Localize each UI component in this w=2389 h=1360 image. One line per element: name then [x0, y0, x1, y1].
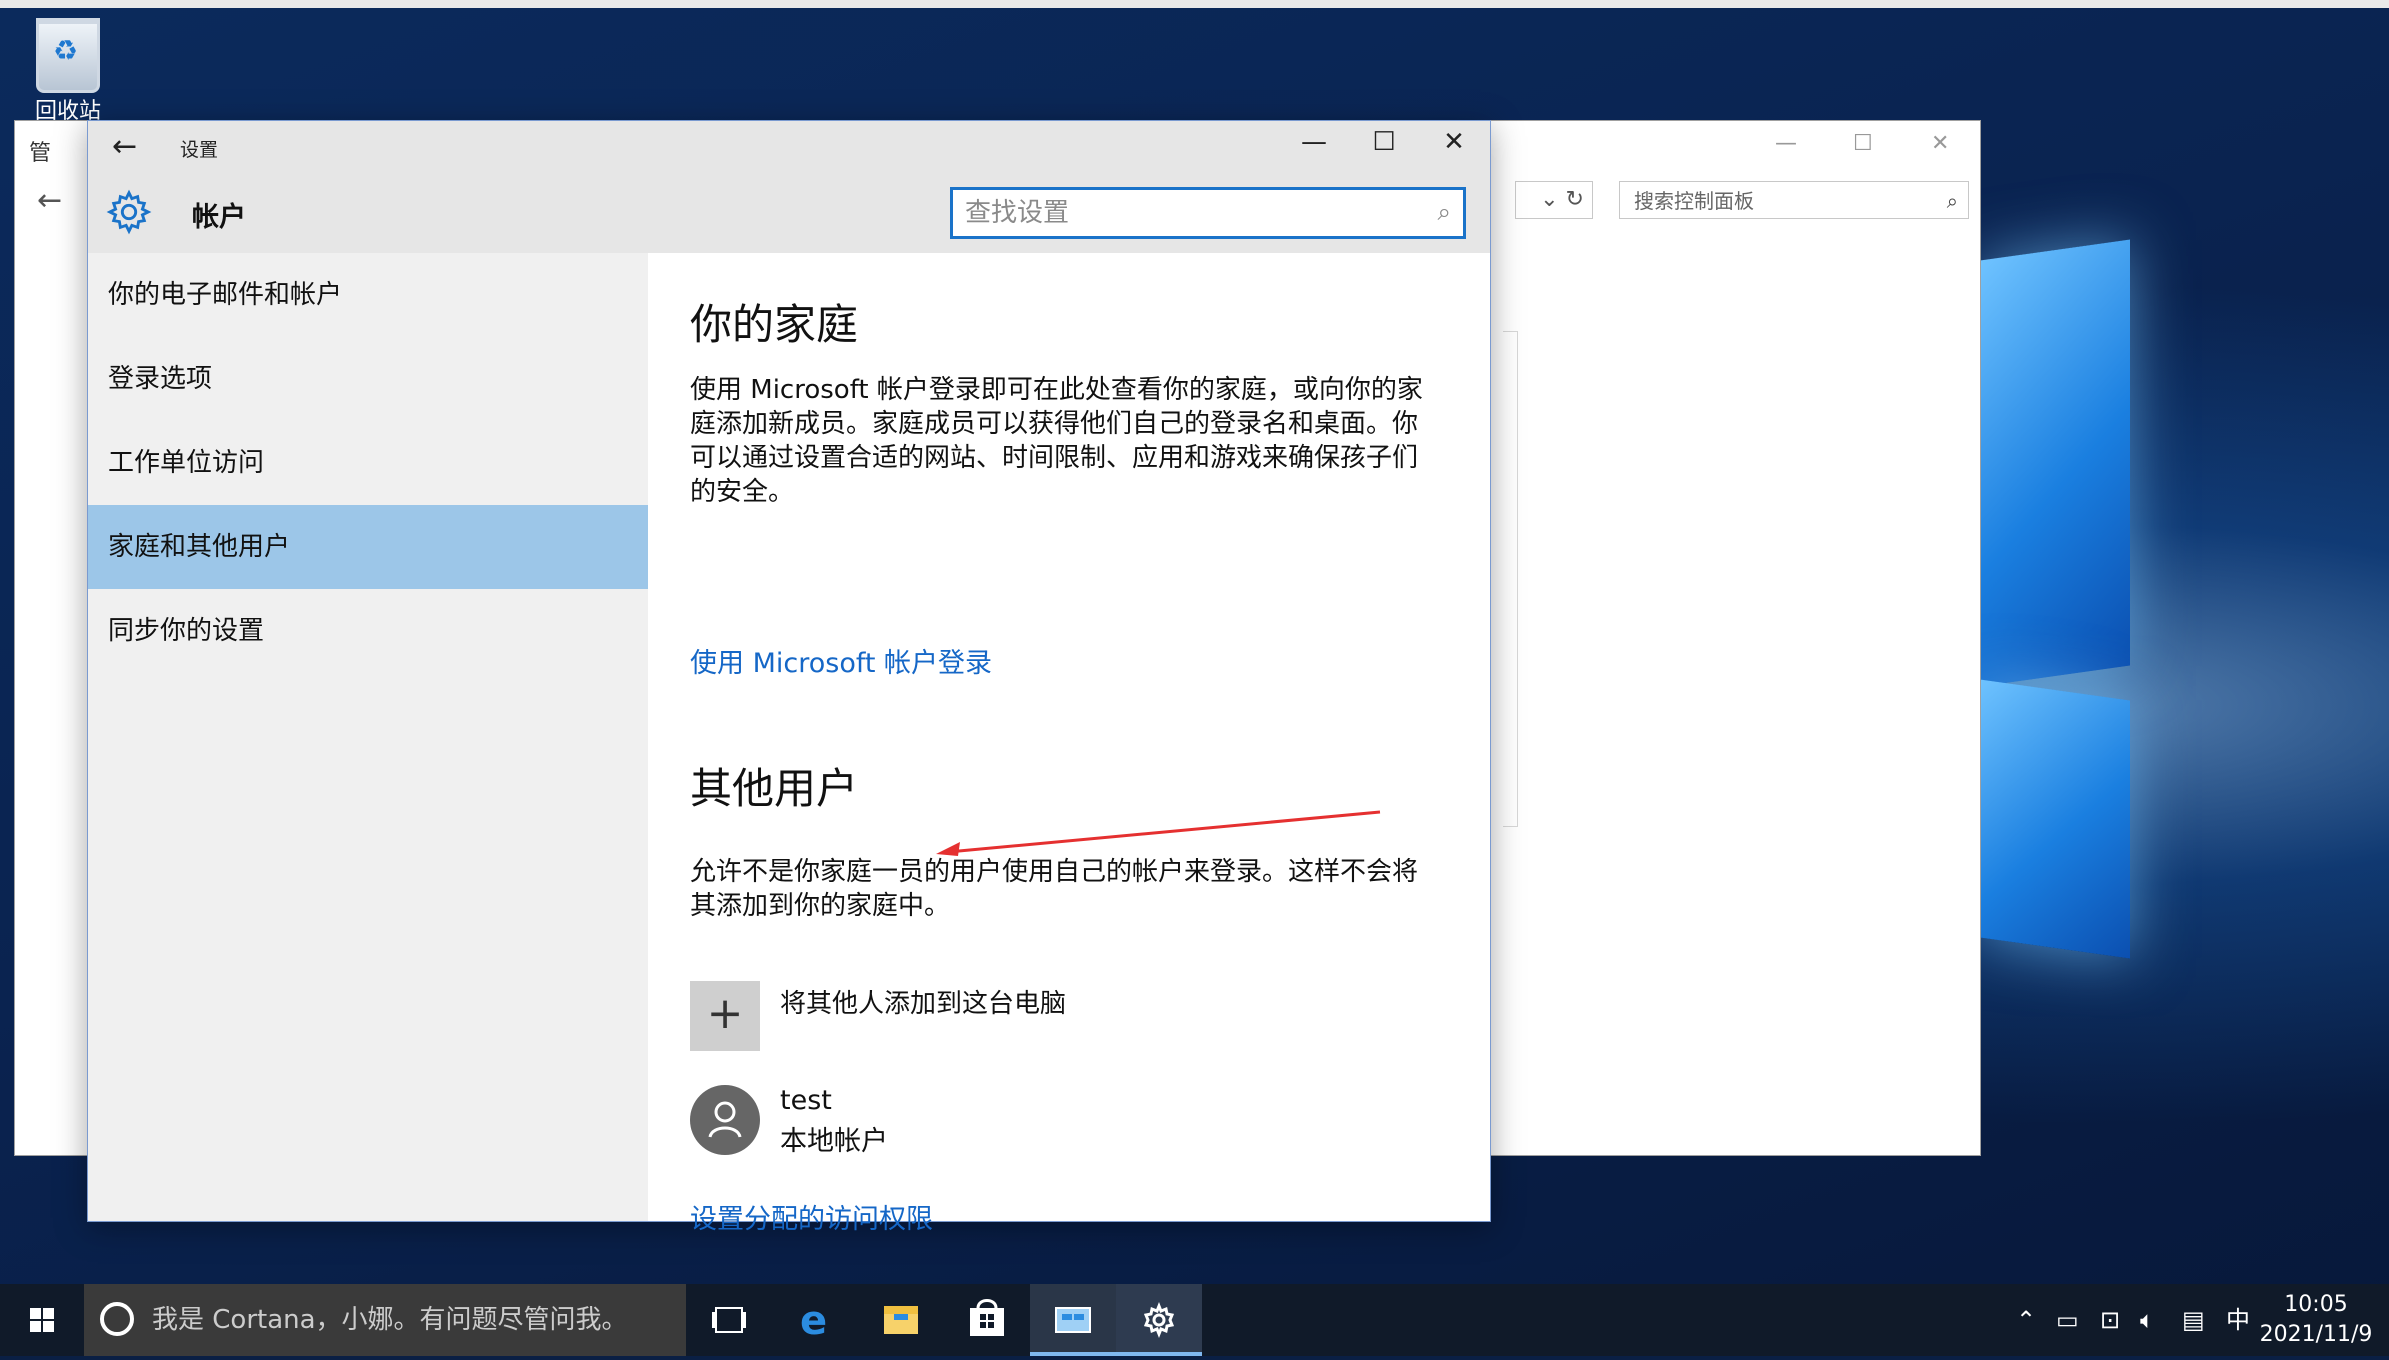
cp-maximize-button[interactable]: ☐	[1853, 131, 1873, 156]
other-desc-line: 允许不是你家庭一员的用户使用自己的帐户来登录。这样不会将	[690, 857, 1419, 887]
app-title: 设置	[180, 139, 219, 161]
settings-titlebar: ← 设置 — ☐ ✕ 帐户 ⌕	[88, 121, 1490, 253]
search-icon: ⌕	[1946, 189, 1958, 213]
user-name[interactable]: test	[780, 1085, 832, 1116]
page-header: 帐户	[192, 202, 246, 233]
nav-item-email-accounts[interactable]: 你的电子邮件和帐户	[88, 253, 648, 337]
active-indicator	[1116, 1352, 1202, 1356]
family-description: 使用 Microsoft 帐户登录即可在此处查看你的家庭，或向你的家 庭添加新成…	[690, 373, 1450, 509]
cortana-search-box[interactable]: 我是 Cortana，小娜。有问题尽管问我。	[84, 1284, 686, 1356]
family-desc-line: 使用 Microsoft 帐户登录即可在此处查看你的家庭，或向你的家	[690, 375, 1423, 405]
store-icon	[970, 1299, 1004, 1336]
store-button[interactable]	[944, 1284, 1030, 1356]
windows-start-icon	[30, 1308, 54, 1332]
cortana-icon	[100, 1302, 134, 1336]
plus-icon: +	[706, 988, 744, 1039]
cp-divider	[1503, 331, 1518, 827]
person-icon	[708, 1101, 742, 1138]
user-account-type: 本地帐户	[780, 1126, 888, 1157]
settings-content: 你的家庭 使用 Microsoft 帐户登录即可在此处查看你的家庭，或向你的家 …	[648, 253, 1490, 1235]
control-panel-taskbar-button[interactable]	[1030, 1284, 1116, 1356]
maximize-button[interactable]: ☐	[1354, 127, 1414, 157]
nav-item-family-other-users[interactable]: 家庭和其他用户	[88, 505, 648, 589]
volume-icon[interactable]: 🔈︎	[2140, 1284, 2154, 1356]
network-icon[interactable]: ⊡	[2100, 1284, 2120, 1356]
settings-window[interactable]: ← 设置 — ☐ ✕ 帐户 ⌕ 你的电子邮件和帐户 登录选项 工作单位访问 家庭…	[87, 120, 1491, 1235]
nav-item-sync-settings[interactable]: 同步你的设置	[88, 589, 648, 673]
cp-back-button[interactable]: ←	[37, 183, 62, 218]
settings-taskbar-button[interactable]	[1116, 1284, 1202, 1356]
user-avatar[interactable]	[690, 1085, 760, 1155]
taskbar: 我是 Cortana，小娜。有问题尽管问我。 e ⌃ ▭ ⊡ 🔈︎ ▤ 中 10…	[0, 1284, 2389, 1356]
minimize-button[interactable]: —	[1284, 127, 1344, 157]
family-desc-line: 可以通过设置合适的网站、时间限制、应用和游戏来确保孩子们	[690, 443, 1419, 473]
svg-text:e: e	[800, 1298, 827, 1344]
cp-search-input[interactable]: 搜索控制面板 ⌕	[1619, 181, 1969, 219]
active-indicator	[1030, 1352, 1116, 1356]
close-button[interactable]: ✕	[1424, 127, 1484, 157]
edge-icon: e	[800, 1298, 827, 1344]
search-icon: ⌕	[1437, 198, 1451, 226]
task-view-icon	[712, 1307, 746, 1333]
annotation-arrow	[936, 810, 1381, 856]
family-desc-line: 的安全。	[690, 477, 795, 507]
start-button[interactable]	[0, 1284, 84, 1356]
cp-close-button[interactable]: ✕	[1931, 131, 1949, 156]
recycle-bin[interactable]: 回收站	[28, 18, 108, 125]
nav-item-work-access[interactable]: 工作单位访问	[88, 421, 648, 505]
windows-logo-pane-top	[1980, 239, 2130, 687]
gear-icon	[106, 189, 152, 235]
battery-icon[interactable]: ▭	[2056, 1284, 2079, 1356]
folder-icon	[884, 1306, 918, 1334]
action-center-icon[interactable]: ▤	[2182, 1284, 2205, 1356]
task-view-button[interactable]	[686, 1284, 772, 1356]
other-users-description: 允许不是你家庭一员的用户使用自己的帐户来登录。这样不会将 其添加到你的家庭中。	[690, 855, 1450, 923]
cp-refresh-button[interactable]: ⌄ ↻	[1515, 181, 1593, 219]
clock-date: 2021/11/9	[2259, 1322, 2373, 1347]
settings-search-input[interactable]	[953, 190, 1407, 236]
control-panel-icon	[1055, 1307, 1091, 1333]
cp-search-placeholder: 搜索控制面板	[1634, 189, 1754, 213]
file-explorer-button[interactable]	[858, 1284, 944, 1356]
control-panel-title: 管	[29, 141, 52, 166]
nav-item-sign-in-options[interactable]: 登录选项	[88, 337, 648, 421]
clock-time: 10:05	[2284, 1292, 2348, 1317]
family-desc-line: 庭添加新成员。家庭成员可以获得他们自己的登录名和桌面。你	[690, 409, 1419, 439]
assigned-access-link[interactable]: 设置分配的访问权限	[690, 1197, 933, 1236]
ime-indicator[interactable]: 中	[2226, 1284, 2250, 1356]
settings-sidebar: 你的电子邮件和帐户 登录选项 工作单位访问 家庭和其他用户 同步你的设置	[88, 253, 648, 1221]
recycle-bin-icon	[36, 18, 100, 93]
cp-minimize-button[interactable]: —	[1775, 131, 1797, 156]
top-strip	[0, 0, 2389, 8]
other-users-heading: 其他用户	[690, 764, 859, 813]
show-hidden-icons-button[interactable]: ⌃	[2016, 1284, 2036, 1356]
back-button[interactable]: ←	[112, 129, 137, 164]
settings-search-box[interactable]: ⌕	[950, 187, 1466, 239]
other-desc-line: 其添加到你的家庭中。	[690, 891, 951, 921]
clock[interactable]: 10:05 2021/11/9	[2256, 1290, 2376, 1350]
edge-button[interactable]: e	[772, 1284, 858, 1356]
add-user-label[interactable]: 将其他人添加到这台电脑	[780, 983, 1066, 1020]
windows-logo-pane-bottom	[1980, 679, 2130, 959]
gear-icon	[1143, 1301, 1175, 1339]
cortana-placeholder: 我是 Cortana，小娜。有问题尽管问我。	[152, 1305, 628, 1335]
family-heading: 你的家庭	[690, 300, 859, 349]
add-user-button[interactable]: +	[690, 981, 760, 1051]
microsoft-account-signin-link[interactable]: 使用 Microsoft 帐户登录	[690, 641, 992, 680]
